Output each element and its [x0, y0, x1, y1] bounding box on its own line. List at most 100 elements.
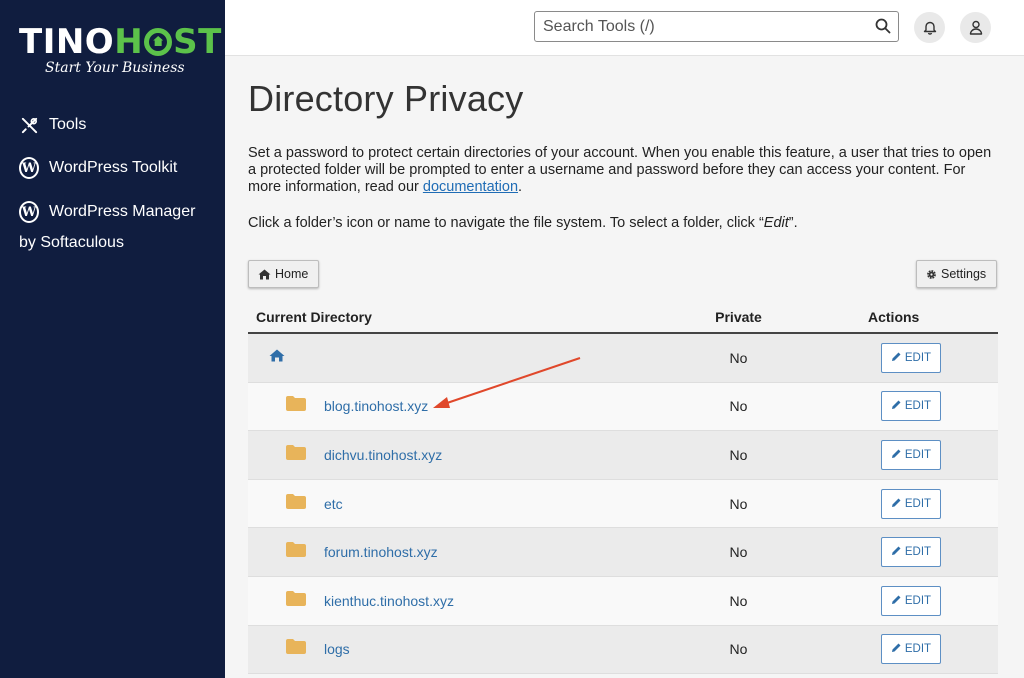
directory-link[interactable]: blog.tinohost.xyz [324, 398, 428, 414]
table-row: No EDIT [248, 334, 998, 383]
folder-icon[interactable] [286, 396, 306, 416]
user-menu-button[interactable] [960, 12, 991, 43]
edit-button[interactable]: EDIT [881, 342, 941, 373]
wordpress-icon: W [19, 157, 39, 179]
table-row: kienthuc.tinohost.xyz No EDIT [248, 576, 998, 626]
pencil-icon [891, 399, 905, 413]
directory-cell: dichvu.tinohost.xyz [248, 444, 695, 465]
settings-button[interactable]: Settings [916, 260, 998, 288]
actions-cell: EDIT [782, 391, 998, 422]
column-header-private: Private [715, 309, 762, 325]
directory-cell: kienthuc.tinohost.xyz [248, 590, 695, 611]
tools-icon [19, 115, 39, 135]
pencil-icon [891, 497, 905, 511]
actions-cell: EDIT [782, 488, 998, 519]
actions-cell: EDIT [782, 439, 998, 470]
wordpress-icon: W [19, 201, 39, 223]
edit-label: EDIT [904, 448, 932, 461]
bell-icon [923, 21, 936, 35]
directory-cell: logs [248, 639, 695, 659]
private-status: No [729, 495, 748, 512]
logo-house-icon [144, 28, 173, 56]
folder-icon[interactable] [286, 639, 306, 659]
private-status: No [729, 544, 748, 561]
documentation-link[interactable]: documentation [423, 179, 518, 195]
folder-icon[interactable] [286, 493, 306, 514]
pencil-icon [891, 642, 905, 656]
edit-label: EDIT [904, 546, 932, 559]
edit-button[interactable]: EDIT [881, 439, 941, 470]
folder-icon[interactable] [286, 590, 306, 611]
private-status: No [729, 446, 748, 463]
actions-cell: EDIT [782, 342, 998, 373]
folder-icon[interactable] [286, 542, 306, 562]
actions-cell: EDIT [782, 634, 998, 665]
sidebar-item-sublabel[interactable]: by Softaculous [19, 234, 124, 252]
edit-button[interactable]: EDIT [881, 537, 941, 568]
column-header-directory: Current Directory [256, 309, 372, 325]
sidebar-item-wordpress-manager[interactable]: W WordPress Manager [19, 201, 196, 223]
actions-cell: EDIT [782, 585, 998, 616]
directory-link[interactable]: etc [324, 496, 343, 512]
edit-label: EDIT [904, 400, 932, 413]
sidebar-item-label: WordPress Toolkit [49, 159, 178, 176]
directory-cell: etc [248, 493, 695, 514]
table-header: Current Directory Private Actions [248, 302, 998, 334]
search-input[interactable] [535, 12, 855, 41]
home-button[interactable]: Home [248, 260, 320, 288]
directory-cell [248, 349, 695, 367]
table-body: No EDIT blog.tinohost.xyz No EDIT dichvu.tino… [248, 334, 998, 675]
logo-wordmark: TINOH ST [19, 22, 222, 62]
home-directory-icon[interactable] [269, 349, 285, 367]
directory-link[interactable]: dichvu.tinohost.xyz [324, 447, 442, 463]
notifications-button[interactable] [914, 12, 945, 43]
top-bar [225, 0, 1024, 56]
private-status: No [729, 592, 748, 609]
gear-icon [927, 269, 936, 279]
table-row: etc No EDIT [248, 479, 998, 529]
directory-link[interactable]: forum.tinohost.xyz [324, 544, 438, 560]
directory-link[interactable]: kienthuc.tinohost.xyz [324, 593, 454, 609]
main-content: Directory Privacy Set a password to prot… [225, 56, 1024, 678]
directory-cell: forum.tinohost.xyz [248, 542, 695, 562]
edit-label: EDIT [904, 594, 932, 607]
private-status: No [729, 349, 748, 366]
edit-label: EDIT [904, 643, 932, 656]
page-description: Set a password to protect certain direct… [248, 145, 992, 195]
sidebar-item-label: WordPress Manager [49, 203, 196, 220]
table-row: logs No EDIT [248, 625, 998, 675]
directory-link[interactable]: logs [324, 641, 350, 657]
home-icon [258, 269, 271, 279]
search-box[interactable] [534, 11, 899, 42]
table-row: forum.tinohost.xyz No EDIT [248, 528, 998, 577]
page-title: Directory Privacy [248, 78, 524, 119]
pencil-icon [891, 545, 905, 559]
directory-table: Current Directory Private Actions No EDIT… [248, 302, 998, 675]
private-status: No [729, 398, 748, 415]
navigation-instructions: Click a folder’s icon or name to navigat… [248, 215, 798, 231]
table-row: blog.tinohost.xyz No EDIT [248, 382, 998, 432]
edit-button[interactable]: EDIT [881, 585, 941, 616]
edit-button[interactable]: EDIT [881, 488, 941, 519]
sidebar-item-tools[interactable]: Tools [19, 115, 86, 135]
edit-button[interactable]: EDIT [881, 634, 941, 665]
sidebar-item-label: Tools [49, 116, 87, 133]
private-status: No [729, 641, 748, 658]
directory-cell: blog.tinohost.xyz [248, 396, 695, 416]
edit-button[interactable]: EDIT [881, 391, 941, 422]
edit-label: EDIT [904, 351, 932, 364]
table-row: dichvu.tinohost.xyz No EDIT [248, 431, 998, 480]
sidebar: TINOH ST Start Your Business Tools W Word… [0, 0, 225, 678]
pencil-icon [891, 351, 905, 365]
actions-cell: EDIT [782, 537, 998, 568]
user-icon [969, 20, 982, 35]
sidebar-item-wordpress-toolkit[interactable]: W WordPress Toolkit [19, 157, 178, 179]
folder-icon[interactable] [286, 444, 306, 465]
pencil-icon [891, 594, 905, 608]
tinohost-logo[interactable]: TINOH ST Start Your Business [19, 22, 222, 76]
logo-tagline: Start Your Business [45, 60, 185, 76]
pencil-icon [891, 448, 905, 462]
search-icon[interactable] [875, 18, 891, 39]
edit-label: EDIT [904, 497, 932, 510]
column-header-actions: Actions [868, 309, 920, 325]
